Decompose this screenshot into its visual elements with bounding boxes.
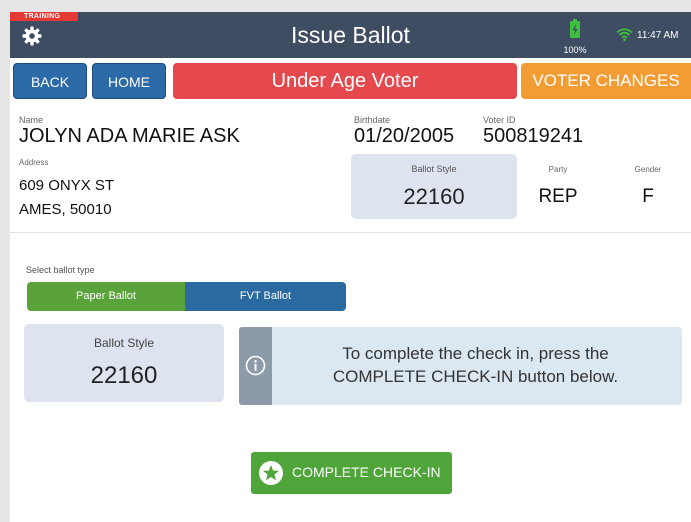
- battery-percent: 100%: [563, 45, 587, 55]
- ballot-style-card-value: 22160: [90, 362, 158, 389]
- battery-status: 100%: [560, 19, 590, 55]
- paper-ballot-option[interactable]: Paper Ballot: [27, 282, 185, 311]
- back-button[interactable]: BACK: [13, 63, 87, 99]
- party-label: Party: [548, 165, 568, 174]
- ballot-style-card-label: Ballot Style: [93, 336, 155, 350]
- birthdate-label: Birthdate: [354, 115, 391, 125]
- fvt-ballot-option[interactable]: FVT Ballot: [185, 282, 346, 311]
- star-icon: [259, 461, 283, 485]
- ballot-style-summary-card: Ballot Style 22160: [351, 154, 517, 219]
- instruction-line-2: COMPLETE CHECK-IN button below.: [332, 367, 619, 386]
- battery-icon: [570, 19, 580, 38]
- info-icon: [245, 355, 266, 376]
- party-value: REP: [538, 186, 578, 207]
- section-divider: [10, 232, 691, 233]
- clock: 11:47 AM: [637, 30, 679, 41]
- home-button[interactable]: HOME: [92, 63, 166, 99]
- name-label: Name: [19, 115, 44, 125]
- address-line2: AMES, 50010: [19, 201, 112, 218]
- under-age-voter-banner: Under Age Voter: [173, 63, 517, 99]
- check-in-instructions: To complete the check in, press the COMP…: [279, 342, 672, 388]
- complete-check-in-button[interactable]: COMPLETE CHECK-IN: [251, 452, 452, 494]
- check-in-info-box: To complete the check in, press the COMP…: [239, 327, 682, 405]
- ballot-style-summary-label: Ballot Style: [411, 164, 457, 174]
- complete-check-in-label: COMPLETE CHECK-IN: [292, 464, 441, 480]
- instruction-line-1: To complete the check in, press the: [342, 344, 609, 363]
- ballot-type-prompt: Select ballot type: [26, 265, 95, 275]
- address-line1: 609 ONYX ST: [19, 177, 115, 194]
- ballot-style-summary-value: 22160: [403, 184, 465, 209]
- address-label: Address: [19, 158, 49, 167]
- voter-name: JOLYN ADA MARIE ASK: [19, 125, 240, 147]
- birthdate-value: 01/20/2005: [354, 125, 455, 147]
- ballot-style-card: Ballot Style 22160: [24, 324, 224, 402]
- voter-id-value: 500819241: [483, 125, 584, 147]
- training-badge: TRAINING: [10, 12, 78, 21]
- wifi-icon: [616, 28, 633, 41]
- voter-changes-button[interactable]: VOTER CHANGES: [521, 63, 691, 99]
- app-window: TRAINING Issue Ballot 100% 11:47 AM BACK…: [10, 12, 691, 522]
- gender-value: F: [642, 186, 654, 207]
- gender-label: Gender: [634, 165, 662, 174]
- voter-id-label: Voter ID: [483, 115, 516, 125]
- top-bar: TRAINING Issue Ballot 100% 11:47 AM: [10, 12, 691, 58]
